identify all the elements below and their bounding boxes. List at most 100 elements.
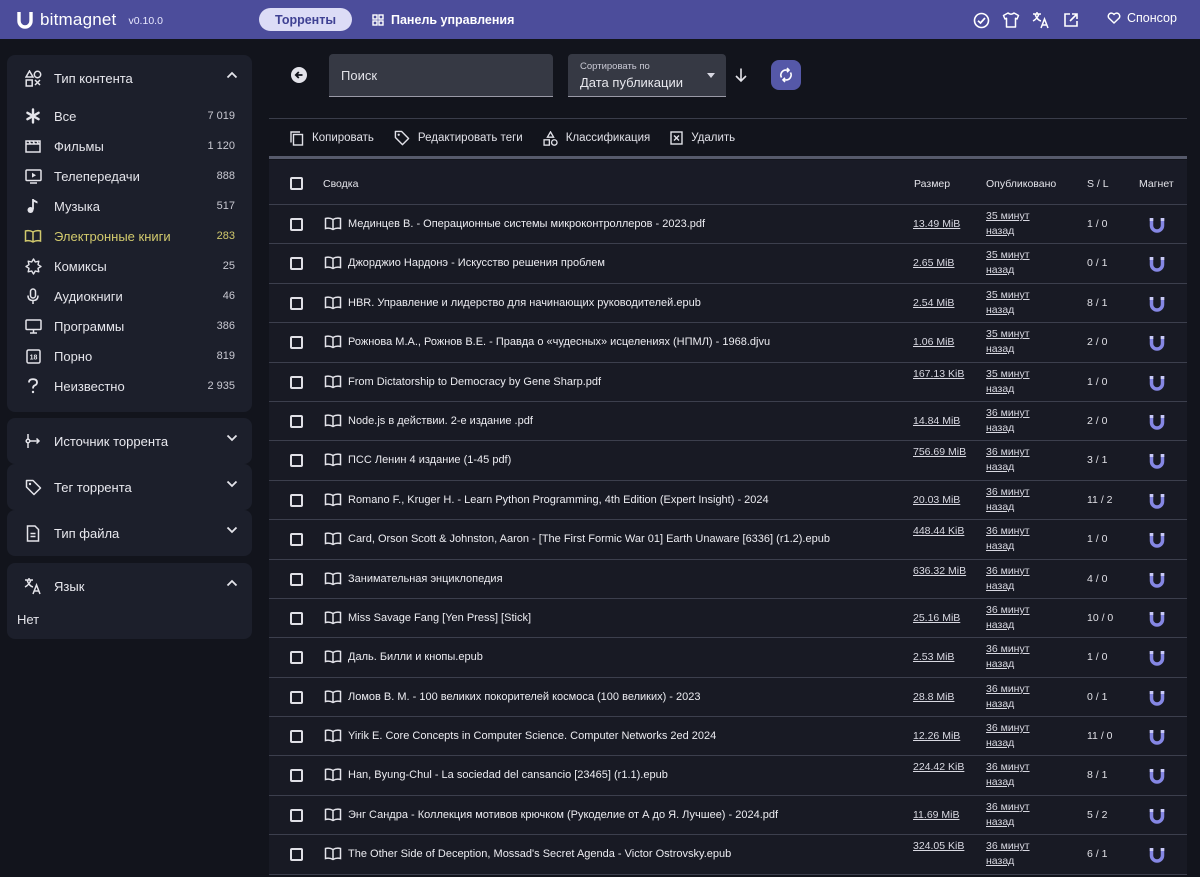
torrent-size[interactable]: 11.69 MiB	[913, 808, 968, 823]
torrent-size[interactable]: 28.8 MiB	[913, 690, 968, 705]
edit-tags-button[interactable]: Редактировать теги	[394, 130, 523, 146]
magnet-link-icon[interactable]	[1148, 728, 1166, 746]
torrent-published[interactable]: 35 минут назад	[986, 367, 1046, 397]
torrent-title[interactable]: Ломов В. М. - 100 великих покорителей ко…	[348, 691, 701, 703]
magnet-link-icon[interactable]	[1148, 846, 1166, 864]
row-checkbox[interactable]	[290, 651, 303, 665]
row-checkbox[interactable]	[290, 414, 303, 428]
search-field[interactable]	[329, 54, 553, 97]
translate-icon[interactable]	[1030, 9, 1052, 31]
torrent-title[interactable]: Рожнова М.А., Рожнов В.Е. - Правда о «чу…	[348, 336, 770, 348]
row-checkbox[interactable]	[290, 611, 303, 625]
row-checkbox[interactable]	[290, 848, 303, 862]
magnet-link-icon[interactable]	[1148, 492, 1166, 510]
torrent-title[interactable]: Джорджио Нардонэ - Искусство решения про…	[348, 257, 605, 269]
torrent-published[interactable]: 36 минут назад	[986, 524, 1046, 554]
torrent-size[interactable]: 448.44 KiB	[913, 524, 968, 539]
torrent-size[interactable]: 13.49 MiB	[913, 217, 968, 232]
torrent-published[interactable]: 35 минут назад	[986, 209, 1046, 239]
magnet-link-icon[interactable]	[1148, 334, 1166, 352]
torrent-tag-panel[interactable]: Тег торрента	[7, 464, 252, 510]
torrent-size[interactable]: 167.13 KiB	[913, 367, 968, 382]
classify-button[interactable]: Классификация	[543, 130, 650, 146]
torrent-source-panel[interactable]: Источник торрента	[7, 418, 252, 464]
torrent-tag-header[interactable]: Тег торрента	[7, 464, 252, 510]
table-row[interactable]: ПСС Ленин 4 издание (1-45 pdf) 756.69 MiB…	[269, 441, 1187, 481]
content-type-header[interactable]: Тип контента	[7, 55, 252, 101]
table-row[interactable]: From Dictatorship to Democracy by Gene S…	[269, 362, 1187, 402]
row-checkbox[interactable]	[290, 375, 303, 389]
chevron-down-icon[interactable]	[226, 480, 238, 488]
magnet-link-icon[interactable]	[1148, 374, 1166, 392]
torrent-title[interactable]: Romano F., Kruger H. - Learn Python Prog…	[348, 494, 769, 506]
row-checkbox[interactable]	[290, 690, 303, 704]
torrent-source-header[interactable]: Источник торрента	[7, 418, 252, 464]
torrent-title[interactable]: HBR. Управление и лидерство для начинающ…	[348, 297, 701, 309]
table-row[interactable]: Romano F., Kruger H. - Learn Python Prog…	[269, 480, 1187, 521]
sort-select[interactable]: Сортировать по Дата публикации	[568, 54, 726, 97]
torrent-published[interactable]: 36 минут назад	[986, 800, 1046, 830]
header-seeders-leechers[interactable]: S / L	[1087, 178, 1109, 190]
content-type-all[interactable]: Все 7 019	[7, 101, 252, 131]
table-row[interactable]: Card, Orson Scott & Johnston, Aaron - [T…	[269, 520, 1187, 560]
refresh-button[interactable]	[771, 60, 801, 90]
content-type-music[interactable]: Музыка 517	[7, 191, 252, 221]
content-type-movies[interactable]: Фильмы 1 120	[7, 131, 252, 161]
table-row[interactable]: Энг Сандра - Коллекция мотивов крючком (…	[269, 795, 1187, 836]
row-checkbox[interactable]	[290, 454, 303, 468]
row-checkbox[interactable]	[290, 296, 303, 310]
row-checkbox[interactable]	[290, 218, 303, 231]
content-type-unknown[interactable]: Неизвестно 2 935	[7, 371, 252, 401]
nav-dashboard-tab[interactable]: Панель управления	[372, 8, 514, 31]
magnet-link-icon[interactable]	[1148, 216, 1166, 234]
torrent-published[interactable]: 35 минут назад	[986, 327, 1046, 357]
content-type-tv[interactable]: Телепередачи 888	[7, 161, 252, 191]
theme-shirt-icon[interactable]	[1000, 9, 1022, 31]
row-checkbox[interactable]	[290, 336, 303, 350]
table-row[interactable]: Miss Savage Fang [Yen Press] [Stick] 25.1…	[269, 598, 1187, 639]
search-input[interactable]	[329, 54, 553, 96]
header-summary[interactable]: Сводка	[323, 178, 358, 190]
row-checkbox[interactable]	[290, 769, 303, 783]
header-size[interactable]: Размер	[914, 178, 950, 190]
magnet-link-icon[interactable]	[1148, 610, 1166, 628]
row-checkbox[interactable]	[290, 257, 303, 271]
check-circle-icon[interactable]	[970, 9, 992, 31]
chevron-up-icon[interactable]	[226, 579, 238, 587]
torrent-size[interactable]: 20.03 MiB	[913, 493, 968, 508]
torrent-size[interactable]: 1.06 MiB	[913, 335, 968, 350]
back-button[interactable]	[291, 67, 307, 83]
torrent-published[interactable]: 36 минут назад	[986, 682, 1046, 712]
torrent-title[interactable]: Card, Orson Scott & Johnston, Aaron - [T…	[348, 533, 830, 545]
torrent-size[interactable]: 636.32 MiB	[913, 564, 968, 579]
file-type-header[interactable]: Тип файла	[7, 510, 252, 556]
torrent-size[interactable]: 324.05 KiB	[913, 839, 968, 854]
torrent-size[interactable]: 224.42 KiB	[913, 760, 968, 775]
torrent-title[interactable]: Miss Savage Fang [Yen Press] [Stick]	[348, 612, 531, 624]
content-type-ebooks[interactable]: Электронные книги 283	[7, 221, 252, 251]
torrent-size[interactable]: 14.84 MiB	[913, 414, 968, 429]
chevron-down-icon[interactable]	[226, 526, 238, 534]
external-link-icon[interactable]	[1060, 9, 1082, 31]
chevron-up-icon[interactable]	[226, 71, 238, 79]
magnet-link-icon[interactable]	[1148, 767, 1166, 785]
magnet-link-icon[interactable]	[1148, 295, 1166, 313]
delete-button[interactable]: Удалить	[670, 131, 735, 145]
sponsor-button[interactable]: Спонсор	[1107, 11, 1177, 25]
torrent-title[interactable]: Yirik E. Core Concepts in Computer Scien…	[348, 730, 716, 742]
row-checkbox[interactable]	[290, 533, 303, 547]
table-row[interactable]: Рожнова М.А., Рожнов В.Е. - Правда о «чу…	[269, 323, 1187, 363]
torrent-title[interactable]: Занимательная энциклопедия	[348, 573, 503, 585]
table-row[interactable]: Han, Byung-Chul - La sociedad del cansan…	[269, 756, 1187, 796]
torrent-published[interactable]: 36 минут назад	[986, 603, 1046, 633]
torrent-title[interactable]: Даль. Билли и кнопы.epub	[348, 651, 483, 663]
torrent-size[interactable]: 756.69 MiB	[913, 445, 968, 460]
table-row[interactable]: Мединцев В. - Операционные системы микро…	[269, 205, 1187, 245]
torrent-published[interactable]: 36 минут назад	[986, 721, 1046, 751]
magnet-link-icon[interactable]	[1148, 255, 1166, 273]
table-row[interactable]: Node.js в действии. 2-е издание .pdf 14.8…	[269, 401, 1187, 442]
select-all-checkbox[interactable]	[290, 177, 303, 190]
torrent-title[interactable]: Han, Byung-Chul - La sociedad del cansan…	[348, 769, 668, 781]
torrent-published[interactable]: 36 минут назад	[986, 564, 1046, 594]
table-row[interactable]: Занимательная энциклопедия 636.32 MiB 36 м…	[269, 559, 1187, 599]
